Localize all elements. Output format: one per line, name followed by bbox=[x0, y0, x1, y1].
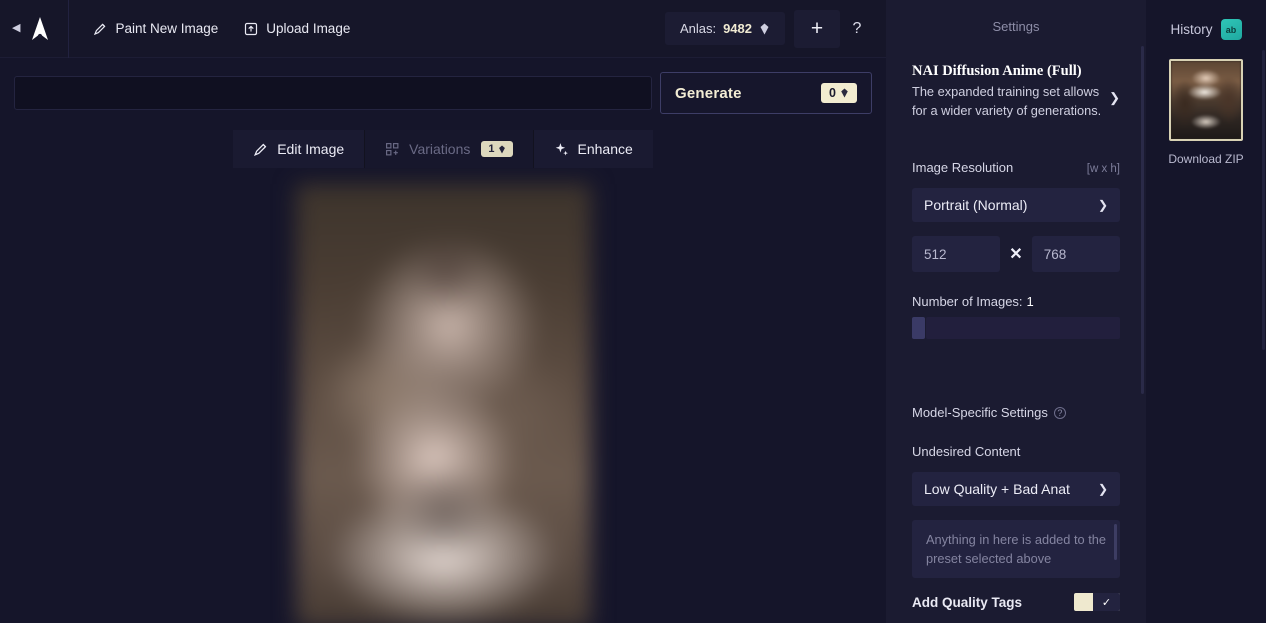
anlas-value: 9482 bbox=[723, 21, 752, 36]
sparkle-icon bbox=[555, 142, 568, 155]
history-thumbnail[interactable] bbox=[1169, 59, 1243, 141]
generated-image[interactable] bbox=[295, 184, 591, 623]
download-zip-button[interactable]: Download ZIP bbox=[1146, 152, 1266, 166]
image-resolution-header: Image Resolution [w x h] bbox=[912, 160, 1120, 175]
help-button[interactable]: ? bbox=[842, 10, 872, 48]
history-thumbnail-image bbox=[1171, 61, 1241, 139]
extension-badge-icon[interactable]: ab bbox=[1220, 19, 1242, 40]
prompt-row: Generate 0 bbox=[0, 58, 886, 114]
logo-group: ◀ bbox=[0, 0, 70, 58]
image-canvas-area bbox=[0, 168, 886, 623]
info-icon[interactable]: ? bbox=[1053, 406, 1066, 419]
undesired-content-textarea[interactable]: Anything in here is added to the preset … bbox=[912, 520, 1120, 579]
history-title: History bbox=[1170, 22, 1213, 37]
prompt-field[interactable] bbox=[14, 76, 652, 110]
top-bar: ◀ Paint New Image Upload Image Anlas: 94… bbox=[0, 0, 886, 58]
anlas-label: Anlas: bbox=[679, 21, 717, 36]
paint-new-image-button[interactable]: Paint New Image bbox=[83, 14, 228, 43]
model-specific-settings-header: Model-Specific Settings ? bbox=[912, 405, 1120, 420]
toggle-on-side bbox=[1074, 593, 1093, 611]
undesired-content-label: Undesired Content bbox=[912, 444, 1021, 460]
variations-cost-value: 1 bbox=[488, 143, 495, 155]
slider-track[interactable] bbox=[926, 317, 1120, 340]
chevron-left-icon[interactable]: ◀ bbox=[12, 23, 20, 34]
width-input[interactable]: 512 bbox=[912, 236, 1001, 273]
tab-enhance[interactable]: Enhance bbox=[533, 130, 653, 168]
top-bar-right: Anlas: 9482 + ? bbox=[664, 9, 886, 48]
main-column: ◀ Paint New Image Upload Image Anlas: 94… bbox=[0, 0, 886, 623]
image-resolution-label: Image Resolution bbox=[912, 160, 1014, 176]
chevron-down-icon: ❯ bbox=[1097, 198, 1108, 213]
upload-image-label: Upload Image bbox=[266, 21, 351, 36]
chevron-down-icon: ❯ bbox=[1097, 482, 1108, 497]
model-selector[interactable]: NAI Diffusion Anime (Full) The expanded … bbox=[912, 62, 1120, 120]
height-input[interactable]: 768 bbox=[1031, 236, 1120, 273]
settings-scrollbar[interactable] bbox=[1141, 46, 1144, 394]
undesired-content-preset-value: Low Quality + Bad Anat bbox=[924, 481, 1070, 498]
chevron-down-icon[interactable]: ❯ bbox=[1109, 90, 1120, 106]
tab-variations-label: Variations bbox=[409, 141, 471, 157]
anlas-icon bbox=[760, 23, 769, 34]
variations-cost-badge: 1 bbox=[481, 141, 513, 157]
upload-image-button[interactable]: Upload Image bbox=[234, 14, 360, 43]
number-of-images-slider[interactable] bbox=[912, 317, 1120, 340]
model-name: NAI Diffusion Anime (Full) bbox=[912, 63, 1082, 79]
generate-button[interactable]: Generate 0 bbox=[660, 72, 872, 114]
history-panel: History ab Download ZIP bbox=[1146, 0, 1266, 623]
settings-scroll-container: NAI Diffusion Anime (Full) The expanded … bbox=[886, 46, 1146, 623]
add-quality-tags-toggle[interactable]: ✓ bbox=[1074, 593, 1120, 612]
check-icon: ✓ bbox=[1093, 593, 1120, 612]
tab-edit-image[interactable]: Edit Image bbox=[233, 130, 366, 168]
number-of-images-label: Number of Images: bbox=[912, 294, 1023, 310]
app-root: ◀ Paint New Image Upload Image Anlas: 94… bbox=[0, 0, 1266, 623]
slider-thumb[interactable] bbox=[912, 317, 925, 340]
add-anlas-button[interactable]: + bbox=[794, 9, 840, 48]
grid-plus-icon bbox=[386, 142, 399, 155]
model-description: The expanded training set allows for a w… bbox=[912, 84, 1102, 118]
dimension-separator-icon: ✕ bbox=[1009, 246, 1023, 264]
undesired-content-placeholder: Anything in here is added to the preset … bbox=[926, 532, 1106, 567]
generate-label: Generate bbox=[675, 84, 742, 102]
pencil-icon bbox=[254, 143, 267, 156]
anlas-icon bbox=[841, 88, 848, 98]
image-action-tabs: Edit Image Variations 1 Enhance bbox=[0, 130, 886, 168]
upload-icon bbox=[245, 22, 258, 35]
model-specific-settings-label: Model-Specific Settings bbox=[912, 405, 1048, 421]
generate-cost-value: 0 bbox=[829, 86, 836, 100]
pencil-icon bbox=[94, 23, 106, 35]
tab-enhance-label: Enhance bbox=[577, 141, 633, 157]
history-scrollbar[interactable] bbox=[1262, 50, 1265, 350]
generate-cost-badge: 0 bbox=[821, 83, 857, 103]
undesired-content-preset-select[interactable]: Low Quality + Bad Anat ❯ bbox=[912, 472, 1120, 507]
settings-panel: Settings NAI Diffusion Anime (Full) The … bbox=[886, 0, 1146, 623]
number-of-images-row: Number of Images: 1 bbox=[912, 294, 1120, 309]
resolution-preset-value: Portrait (Normal) bbox=[924, 197, 1028, 214]
add-quality-tags-label: Add Quality Tags bbox=[912, 594, 1023, 610]
prompt-input[interactable] bbox=[15, 77, 651, 109]
tab-edit-image-label: Edit Image bbox=[277, 141, 345, 157]
image-resolution-hint: [w x h] bbox=[1086, 163, 1120, 176]
resolution-preset-select[interactable]: Portrait (Normal) ❯ bbox=[912, 188, 1120, 223]
dimension-inputs: 512 ✕ 768 bbox=[912, 236, 1120, 273]
anlas-counter[interactable]: Anlas: 9482 bbox=[664, 12, 785, 45]
settings-panel-title: Settings bbox=[992, 19, 1040, 34]
generated-image-shading bbox=[295, 184, 591, 623]
textarea-scrollbar[interactable] bbox=[1114, 524, 1117, 561]
number-of-images-value: 1 bbox=[1026, 294, 1034, 310]
top-bar-actions: Paint New Image Upload Image bbox=[69, 14, 360, 43]
anlas-icon bbox=[498, 145, 505, 153]
history-header: History ab bbox=[1146, 0, 1266, 40]
novelai-logo[interactable] bbox=[28, 16, 52, 42]
model-card-text: NAI Diffusion Anime (Full) The expanded … bbox=[912, 62, 1103, 120]
add-quality-tags-row: Add Quality Tags ✓ bbox=[912, 593, 1120, 612]
tab-variations[interactable]: Variations 1 bbox=[365, 130, 534, 168]
paint-new-image-label: Paint New Image bbox=[115, 21, 219, 36]
